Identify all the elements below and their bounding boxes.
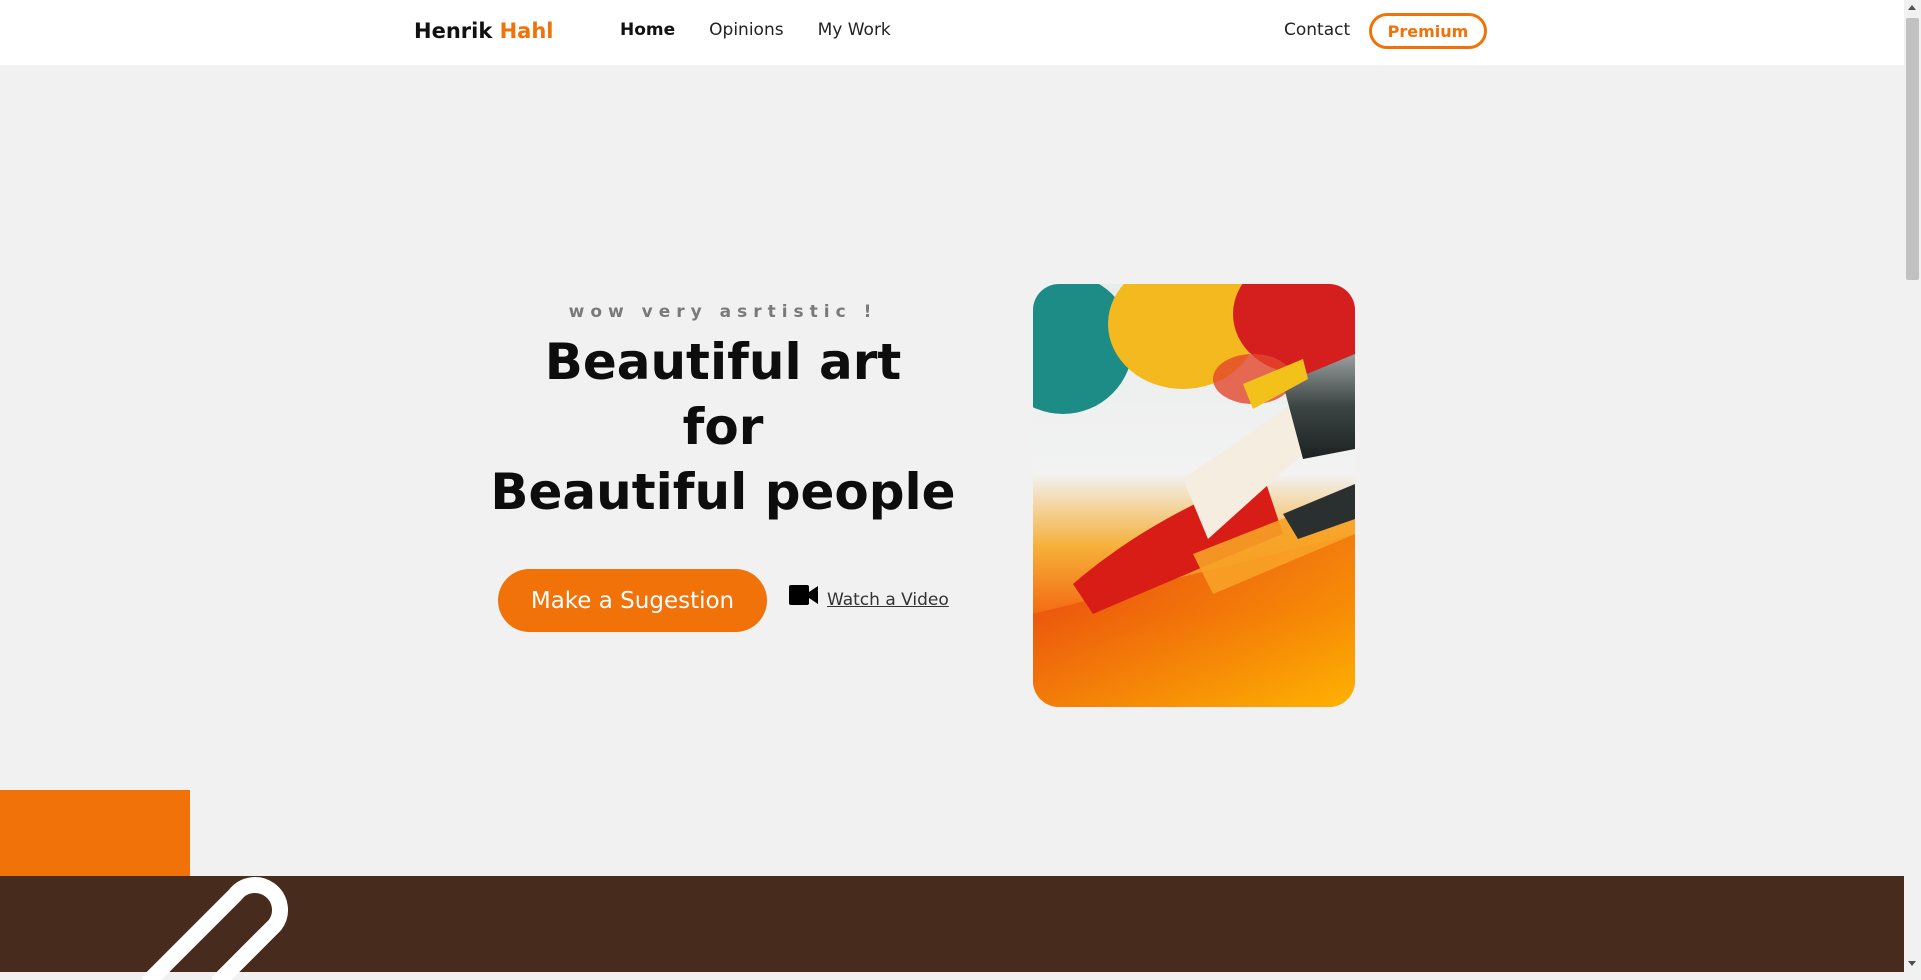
site-logo[interactable]: Henrik Hahl — [414, 19, 554, 43]
decorative-stripe — [142, 877, 288, 980]
watch-video-link[interactable]: Watch a Video — [789, 583, 949, 611]
hero-eyebrow: wow very asrtistic ! — [568, 302, 878, 322]
video-camera-icon — [789, 583, 819, 611]
premium-button[interactable]: Premium — [1369, 13, 1487, 49]
scrollbar-thumb[interactable] — [1906, 18, 1919, 280]
nav-home[interactable]: Home — [620, 20, 675, 40]
main-nav: Home Opinions My Work — [620, 20, 891, 40]
nav-opinions[interactable]: Opinions — [709, 20, 783, 40]
headline-line-3: Beautiful people — [490, 463, 956, 521]
make-suggestion-button[interactable]: Make a Sugestion — [498, 569, 767, 632]
headline-line-1: Beautiful art — [544, 333, 902, 391]
logo-last-name: Hahl — [499, 19, 554, 43]
nav-contact[interactable]: Contact — [1284, 20, 1350, 40]
headline-line-2: for — [682, 398, 764, 456]
hero-paint-brush-image — [1033, 284, 1355, 707]
scroll-up-arrow-icon[interactable] — [1908, 5, 1916, 10]
nav-my-work[interactable]: My Work — [818, 20, 891, 40]
scroll-down-arrow-icon[interactable] — [1908, 961, 1916, 966]
site-header: Henrik Hahl Home Opinions My Work Contac… — [0, 0, 1904, 65]
watch-video-label: Watch a Video — [827, 590, 949, 610]
hero-headline: Beautiful art for Beautiful people — [482, 330, 964, 525]
logo-first-name: Henrik — [414, 19, 493, 43]
